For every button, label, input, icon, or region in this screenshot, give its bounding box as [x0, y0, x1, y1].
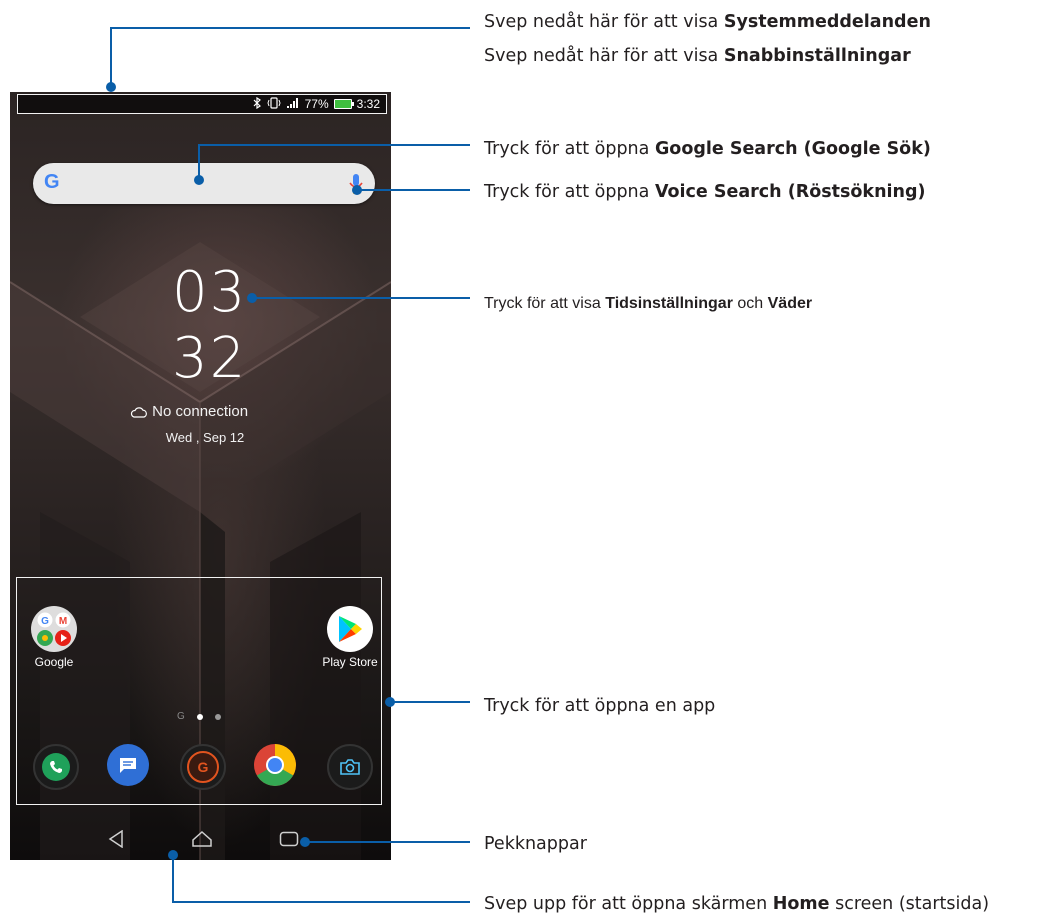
callout-open-app: Tryck för att öppna en app	[484, 696, 716, 716]
callout-google-search: Tryck för att öppna Google Search (Googl…	[484, 139, 931, 159]
callout-home-screen: Svep upp för att öppna skärmen Home scre…	[484, 894, 990, 914]
callout-voice-search: Tryck för att öppna Voice Search (Röstsö…	[484, 182, 926, 202]
callout-notifications: Svep nedåt här för att visa Systemmeddel…	[484, 12, 931, 32]
callout-time-weather: Tryck för att visa Tidsinställningar och…	[484, 295, 813, 312]
callout-keys: Pekknappar	[484, 834, 587, 854]
callout-quick-settings: Svep nedåt här för att visa Snabbinställ…	[484, 46, 911, 66]
